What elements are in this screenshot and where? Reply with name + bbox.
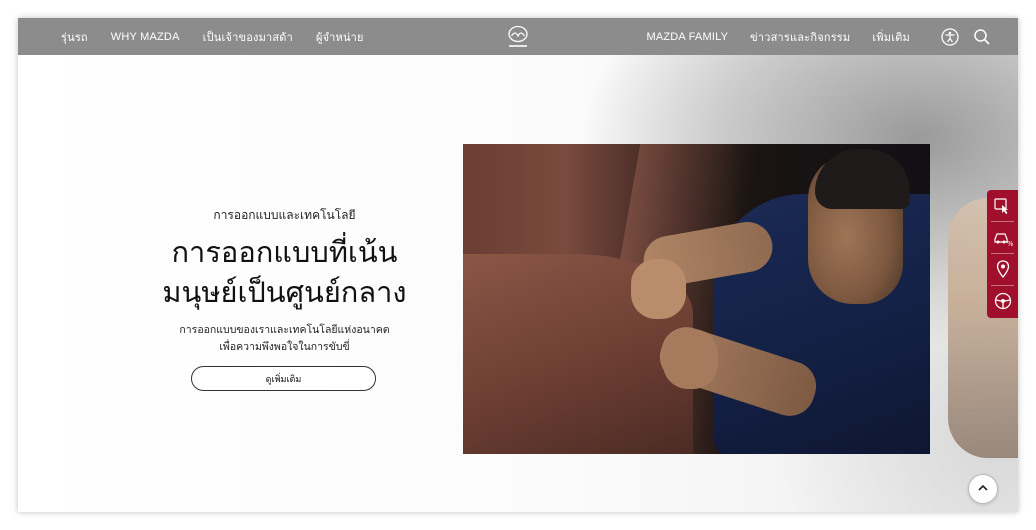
hero-description-line-1: การออกแบบของเราและเทคโนโลยีแห่งอนาคต xyxy=(179,324,390,336)
accessibility-icon[interactable] xyxy=(940,27,960,47)
side-divider xyxy=(991,253,1014,254)
nav-more[interactable]: เพิ่มเติม xyxy=(872,28,910,46)
svg-text:%: % xyxy=(1007,240,1013,247)
nav-right-group: MAZDA FAMILY ข่าวสารและกิจกรรม เพิ่มเติม xyxy=(646,18,992,55)
nav-mazda-family[interactable]: MAZDA FAMILY xyxy=(646,31,728,43)
car-offer-icon[interactable]: % xyxy=(993,227,1014,248)
nav-why-mazda[interactable]: WHY MAZDA xyxy=(111,31,180,43)
craftsman-hand-lower xyxy=(663,329,718,389)
craftsman-hair xyxy=(815,149,910,209)
hero-headline: การออกแบบที่เน้น มนุษย์เป็นศูนย์กลาง xyxy=(128,232,441,312)
test-drive-icon[interactable] xyxy=(993,196,1013,216)
scroll-to-top-button[interactable] xyxy=(968,474,998,504)
hero-eyebrow: การออกแบบและเทคโนโลยี xyxy=(213,208,356,222)
side-divider xyxy=(991,221,1014,222)
nav-dealers[interactable]: ผู้จำหน่าย xyxy=(316,28,364,46)
side-divider xyxy=(991,285,1014,286)
hero-description: การออกแบบของเราและเทคโนโลยีแห่งอนาคต เพื… xyxy=(138,322,431,356)
craftsman-photo xyxy=(463,144,930,454)
search-icon[interactable] xyxy=(972,27,992,47)
mazda-logo-icon[interactable] xyxy=(502,23,534,51)
top-navigation-bar: รุ่นรถ WHY MAZDA เป็นเจ้าของมาสด้า ผู้จำ… xyxy=(18,18,1018,55)
browser-viewport: รุ่นรถ WHY MAZDA เป็นเจ้าของมาสด้า ผู้จำ… xyxy=(18,18,1018,512)
hero-headline-line-1: การออกแบบที่เน้น xyxy=(171,235,398,269)
nav-news-events[interactable]: ข่าวสารและกิจกรรม xyxy=(750,28,850,46)
steering-wheel-icon[interactable] xyxy=(993,291,1013,311)
nav-left-group: รุ่นรถ WHY MAZDA เป็นเจ้าของมาสด้า ผู้จำ… xyxy=(61,18,387,55)
nav-models[interactable]: รุ่นรถ xyxy=(61,28,88,46)
location-pin-icon[interactable] xyxy=(993,259,1013,279)
hero-description-line-2: เพื่อความพึงพอใจในการขับขี่ xyxy=(219,341,350,353)
side-tools-panel: % xyxy=(987,190,1018,318)
learn-more-button[interactable]: ดูเพิ่มเติม xyxy=(191,366,376,391)
chevron-up-icon xyxy=(976,480,990,499)
craftsman-hand-upper xyxy=(631,259,686,319)
hero-headline-line-2: มนุษย์เป็นศูนย์กลาง xyxy=(162,275,407,309)
nav-ownership[interactable]: เป็นเจ้าของมาสด้า xyxy=(203,28,293,46)
